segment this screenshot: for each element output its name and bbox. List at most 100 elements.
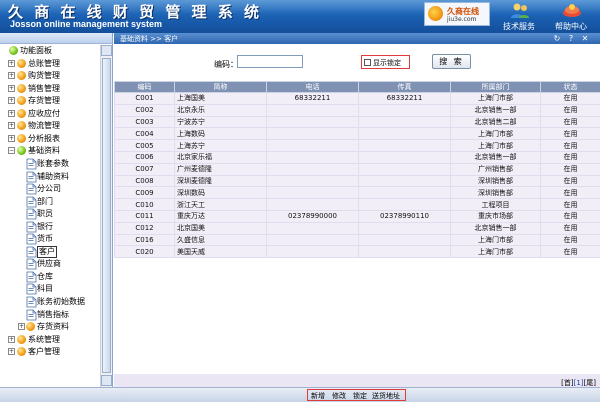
table-cell	[358, 186, 451, 200]
column-header[interactable]: 所属部门	[450, 81, 541, 93]
expand-icon[interactable]: +	[8, 97, 15, 105]
table-cell: C012	[114, 221, 175, 235]
add-button[interactable]: 新增	[311, 391, 325, 401]
document-icon	[26, 258, 37, 270]
expand-icon[interactable]: +	[8, 59, 15, 67]
expand-icon[interactable]: +	[18, 323, 25, 331]
nav-item[interactable]: + 分析报表	[0, 133, 100, 145]
help-center-link[interactable]: 帮助中心	[546, 0, 596, 33]
tech-service-link[interactable]: 技术服务	[494, 0, 544, 33]
nav-item[interactable]: 账务初始数据	[0, 296, 100, 308]
show-locked-checkbox[interactable]: 显示锁定	[361, 55, 410, 69]
table-row[interactable]: C007 广州麦德隆 广州销售部 在用	[114, 162, 600, 176]
column-header[interactable]: 编码	[114, 81, 175, 93]
expand-icon[interactable]: +	[8, 84, 15, 92]
table-row[interactable]: C012 北京国美 北京销售一部 在用	[114, 221, 600, 235]
expand-icon[interactable]: +	[8, 348, 15, 356]
nav-item[interactable]: + 销售管理	[0, 83, 100, 95]
expand-icon[interactable]: +	[8, 134, 15, 142]
nav-item[interactable]: 分公司	[0, 183, 100, 195]
document-icon	[26, 296, 37, 308]
table-row[interactable]: C009 深圳数码 深圳销售部 在用	[114, 186, 600, 200]
expand-icon[interactable]: +	[8, 122, 15, 130]
sidebar-scrollbar[interactable]	[100, 45, 112, 387]
nav-item[interactable]: 货币	[0, 233, 100, 245]
pager-last[interactable]: [尾]	[584, 379, 596, 387]
sidebar-nav: 功能面板 + 总账管理 + 购货管理 + 销售管理 + 存货管理 + 应收应付 + 物流管理 + 分析报表 −…	[0, 33, 113, 387]
column-header[interactable]: 传真	[358, 81, 451, 93]
nav-item-label: 供应商	[37, 259, 61, 269]
expand-icon[interactable]: +	[8, 72, 15, 80]
pager-first[interactable]: [首]	[561, 379, 573, 387]
folder-ball-icon	[9, 46, 18, 55]
refresh-icon[interactable]: ↻	[552, 33, 562, 44]
nav-item[interactable]: + 购货管理	[0, 70, 100, 82]
expand-icon[interactable]: +	[8, 109, 15, 117]
nav-item[interactable]: 银行	[0, 221, 100, 233]
table-row[interactable]: C005 上海苏宁 上海门市部 在用	[114, 139, 600, 152]
nav-item[interactable]: + 客户管理	[0, 346, 100, 358]
nav-item[interactable]: 客户	[0, 245, 100, 258]
nav-item[interactable]: 供应商	[0, 258, 100, 270]
tech-service-icon	[511, 3, 529, 18]
scroll-up-button[interactable]	[101, 45, 112, 56]
column-header[interactable]: 状态	[540, 81, 600, 93]
table-cell: C020	[114, 245, 175, 259]
close-icon[interactable]: ✕	[580, 33, 590, 44]
brand-domain: jiu3e.com	[447, 16, 477, 23]
table-cell: 北京销售二部	[450, 115, 541, 129]
table-cell: 上海国美	[174, 92, 267, 105]
nav-item[interactable]: + 应收应付	[0, 108, 100, 120]
nav-item[interactable]: 仓库	[0, 271, 100, 283]
table-row[interactable]: C016 久盛信息 上海门市部 在用	[114, 233, 600, 247]
app-subtitle: Josson online management system	[10, 19, 163, 29]
nav-item[interactable]: + 系统管理	[0, 334, 100, 346]
code-input[interactable]	[237, 55, 303, 68]
table-row[interactable]: C008 深圳麦德隆 深圳销售部 在用	[114, 174, 600, 188]
table-cell: 在用	[540, 127, 600, 141]
column-header[interactable]: 电话	[266, 81, 359, 93]
nav-item-label: 客户	[37, 245, 57, 258]
nav-item[interactable]: − 基础资料	[0, 145, 100, 157]
nav-item[interactable]: 科目	[0, 283, 100, 295]
table-cell: 在用	[540, 186, 600, 200]
scroll-down-button[interactable]	[101, 375, 112, 386]
breadcrumb: 基础资料 >> 客户	[120, 35, 179, 43]
table-row[interactable]: C002 北京永乐 北京销售一部 在用	[114, 103, 600, 117]
table-row[interactable]: C004 上海数码 上海门市部 在用	[114, 127, 600, 141]
expand-icon[interactable]: +	[8, 335, 15, 343]
help-icon[interactable]: ?	[566, 33, 576, 44]
table-row[interactable]: C020 美国天威 上海门市部 在用	[114, 245, 600, 259]
nav-item[interactable]: 销售指标	[0, 309, 100, 321]
nav-item[interactable]: + 存货资料	[0, 321, 100, 333]
table-row[interactable]: C006 北京家乐福 北京销售一部 在用	[114, 150, 600, 164]
nav-item-label: 科目	[37, 284, 53, 294]
nav-item[interactable]: + 物流管理	[0, 120, 100, 132]
table-cell	[358, 233, 451, 247]
column-header[interactable]: 简称	[174, 81, 267, 93]
table-row[interactable]: C003 宁波苏宁 北京销售二部 在用	[114, 115, 600, 129]
table-body: C001 上海国美 68332211 68332211 上海门市部 在用 C002 北京永乐北…	[114, 92, 600, 259]
collapse-icon[interactable]: −	[8, 147, 15, 155]
nav-item[interactable]: + 总账管理	[0, 58, 100, 70]
nav-item[interactable]: 辅助资料	[0, 171, 100, 183]
scroll-thumb[interactable]	[102, 58, 111, 373]
table-row[interactable]: C010 浙江天工 工程项目 在用	[114, 198, 600, 211]
nav-item-label: 账套参数	[37, 158, 69, 168]
lock-button[interactable]: 锁定	[353, 391, 367, 401]
pager-current[interactable]: [1]	[574, 379, 584, 387]
checkbox-box[interactable]	[364, 59, 371, 66]
nav-item-label: 职员	[37, 209, 53, 219]
nav-item[interactable]: 部门	[0, 196, 100, 208]
table-cell: 广州销售部	[450, 162, 541, 176]
nav-item[interactable]: 功能面板	[0, 45, 100, 57]
nav-item[interactable]: + 存货管理	[0, 95, 100, 107]
edit-button[interactable]: 修改	[332, 391, 346, 401]
table-row[interactable]: C011 重庆万达 02378990000 02378990110 重庆市场部 在用	[114, 209, 600, 223]
table-header: 编码 简称 电话 传真 所属部门 状态	[114, 81, 600, 93]
delivery-address-button[interactable]: 送货地址	[372, 391, 400, 401]
nav-item[interactable]: 账套参数	[0, 158, 100, 170]
table-row[interactable]: C001 上海国美 68332211 68332211 上海门市部 在用	[114, 92, 600, 105]
search-button[interactable]: 搜 索	[432, 54, 471, 69]
nav-item[interactable]: 职员	[0, 208, 100, 220]
